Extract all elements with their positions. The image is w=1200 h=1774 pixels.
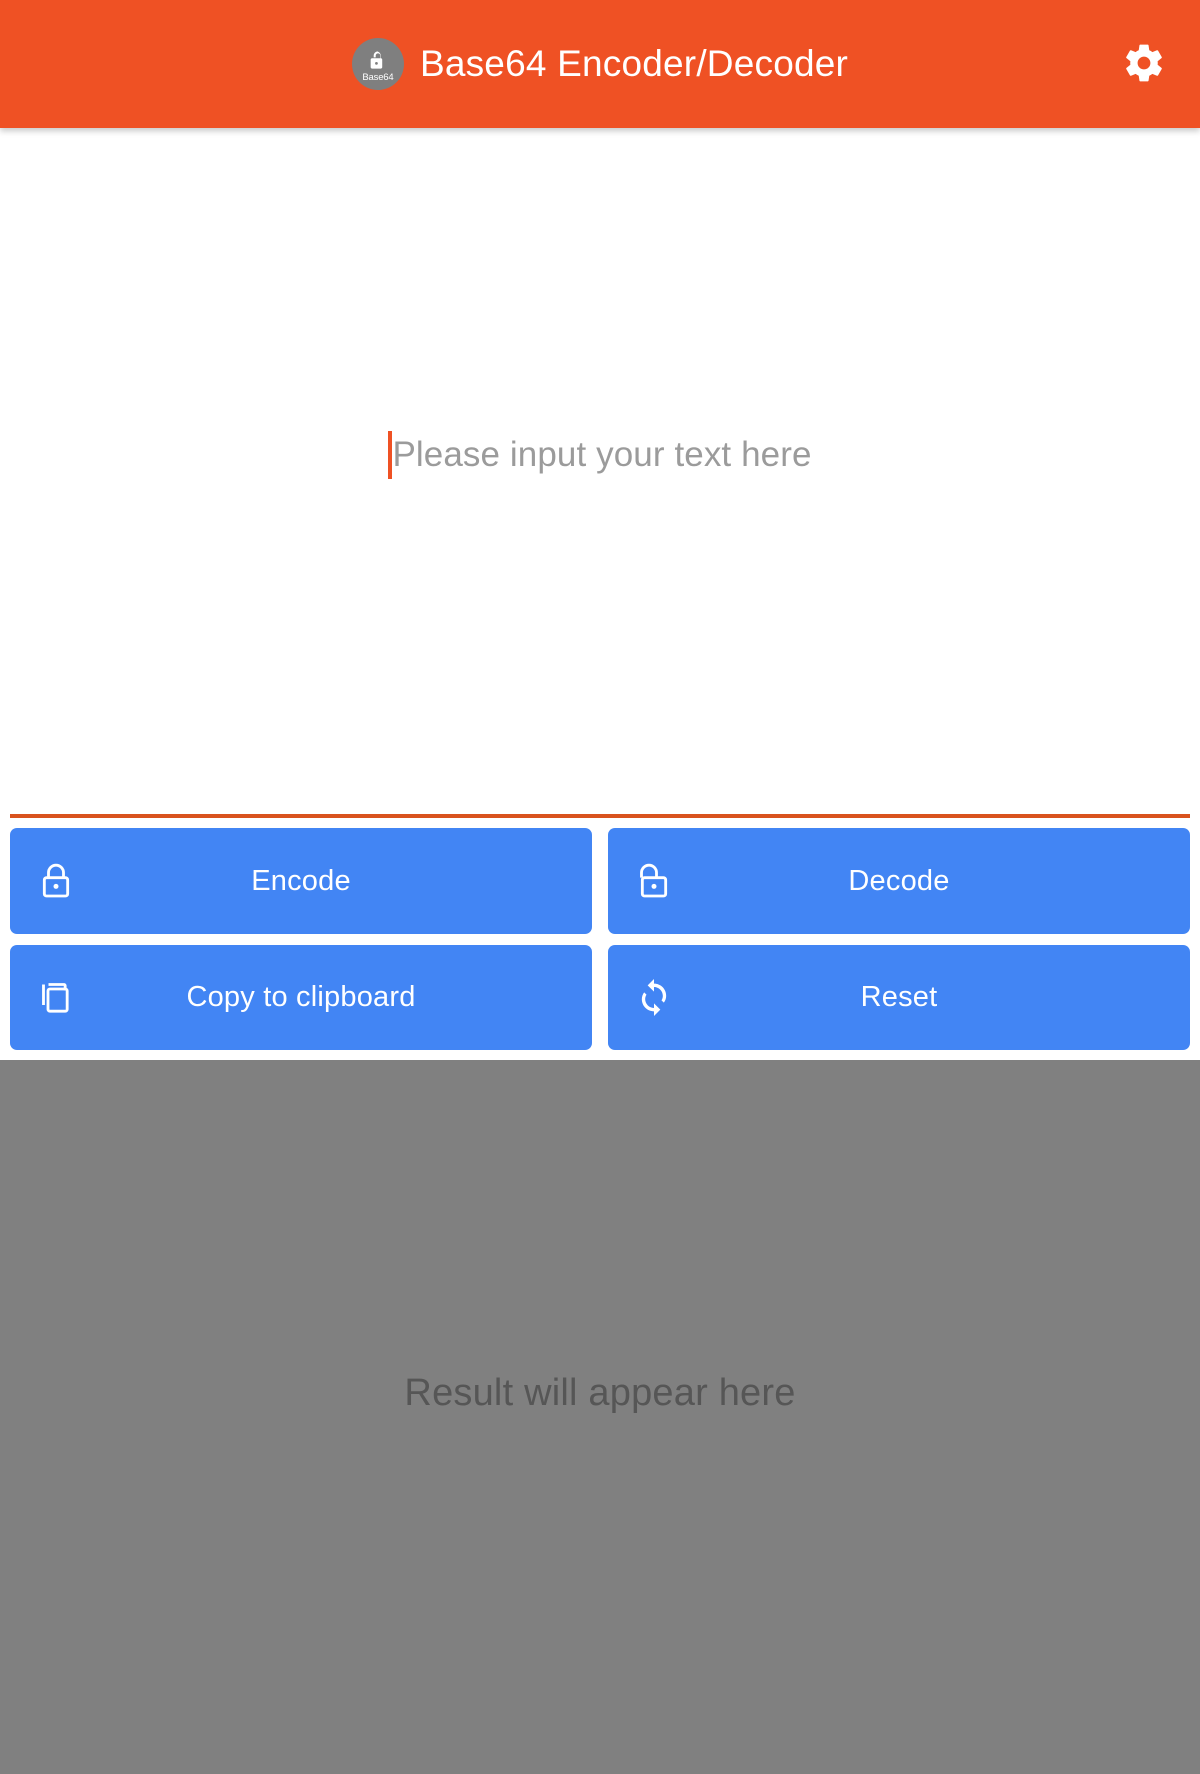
app-lock-open-icon: Base64 [351,38,404,90]
result-output-area[interactable]: Result will appear here [0,1060,1200,1774]
app-icon-caption: Base64 [362,71,394,83]
input-underline [10,814,1190,818]
input-placeholder-text: Please input your text here [392,435,812,474]
app-bar-title-group: Base64 Base64 Encoder/Decoder [351,38,849,90]
result-placeholder-text: Result will appear here [404,1372,796,1414]
base64-app-window: Base64 Base64 Encoder/Decoder Please inp… [0,0,1200,1774]
action-button-grid: Encode Decode Copy to clipboard Reset [0,818,1200,1060]
encode-button[interactable]: Encode [10,828,592,934]
decode-button[interactable]: Decode [608,828,1190,934]
lock-closed-icon [34,859,78,903]
page-title: Base64 Encoder/Decoder [419,43,849,84]
refresh-sync-icon [632,975,676,1019]
copy-to-clipboard-button[interactable]: Copy to clipboard [10,944,592,1050]
gear-icon [1122,41,1166,88]
copy-icon [34,975,78,1019]
lock-open-icon [632,859,676,903]
reset-button[interactable]: Reset [608,944,1190,1050]
input-placeholder-row: Please input your text here [0,431,1200,479]
input-text-area[interactable]: Please input your text here [0,128,1200,818]
decode-button-label: Decode [848,864,950,897]
encode-button-label: Encode [251,864,351,897]
reset-button-label: Reset [860,981,938,1014]
settings-button[interactable] [1112,32,1176,96]
app-bar: Base64 Base64 Encoder/Decoder [0,0,1200,128]
copy-to-clipboard-button-label: Copy to clipboard [186,981,416,1014]
